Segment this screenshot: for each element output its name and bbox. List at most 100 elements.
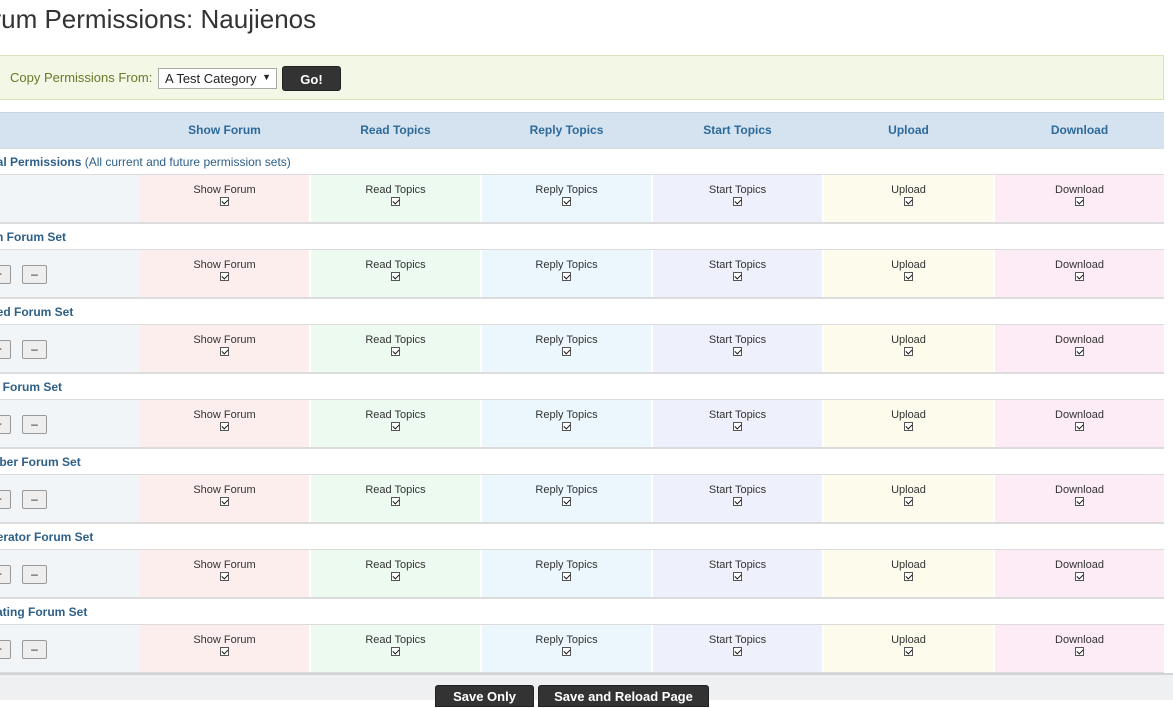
permission-cell: Read Topics: [311, 475, 480, 522]
permission-label: Download: [1055, 184, 1104, 196]
permission-cell: Reply Topics: [482, 475, 651, 522]
permission-cell: Upload: [824, 550, 993, 597]
permission-cell: Reply Topics: [482, 175, 651, 222]
remove-set-button[interactable]: –: [22, 415, 47, 434]
permission-cell: Download: [995, 625, 1164, 672]
permission-label: Start Topics: [708, 634, 767, 646]
permission-label: Upload: [891, 259, 926, 271]
permission-checkbox[interactable]: [904, 272, 913, 281]
permission-checkbox[interactable]: [733, 197, 742, 206]
permission-checkbox[interactable]: [391, 647, 400, 656]
permission-checkbox[interactable]: [562, 647, 571, 656]
add-set-button[interactable]: +: [0, 490, 11, 509]
permission-cell: Read Topics: [311, 325, 480, 372]
column-header: Upload: [888, 123, 929, 137]
permission-checkbox[interactable]: [562, 572, 571, 581]
permission-checkbox[interactable]: [391, 197, 400, 206]
copy-permissions-label: Copy Permissions From:: [10, 70, 153, 85]
permission-checkbox[interactable]: [220, 197, 229, 206]
permission-label: Reply Topics: [535, 334, 598, 346]
permission-label: Read Topics: [365, 409, 426, 421]
permission-checkbox[interactable]: [733, 497, 742, 506]
permission-checkbox[interactable]: [733, 572, 742, 581]
permission-label: Start Topics: [708, 184, 767, 196]
permission-checkbox[interactable]: [1075, 497, 1084, 506]
permission-cell: Start Topics: [653, 175, 822, 222]
permission-checkbox[interactable]: [1075, 197, 1084, 206]
permission-set-title: est Forum Set: [0, 380, 63, 394]
permission-checkbox[interactable]: [904, 497, 913, 506]
copy-source-value: A Test Category: [165, 71, 257, 86]
permission-cell: Read Topics: [311, 625, 480, 672]
add-set-button[interactable]: +: [0, 415, 11, 434]
copy-source-select[interactable]: A Test Category ▼: [158, 68, 277, 89]
permission-checkbox[interactable]: [562, 497, 571, 506]
permission-checkbox[interactable]: [220, 647, 229, 656]
permission-cell: Reply Topics: [482, 250, 651, 297]
permission-label: Download: [1055, 484, 1104, 496]
permission-checkbox[interactable]: [391, 272, 400, 281]
row-controls: [0, 175, 140, 222]
add-set-button[interactable]: +: [0, 340, 11, 359]
permission-checkbox[interactable]: [904, 347, 913, 356]
permission-checkbox[interactable]: [391, 497, 400, 506]
go-button[interactable]: Go!: [282, 66, 341, 91]
remove-set-button[interactable]: –: [22, 565, 47, 584]
permission-label: Reply Topics: [535, 559, 598, 571]
permission-checkbox[interactable]: [562, 197, 571, 206]
permission-row: +– Show Forum Read Topics Reply Topics Start…: [0, 325, 1164, 373]
row-controls: +–: [0, 550, 140, 597]
permission-set-header: est Forum Set: [0, 373, 1164, 400]
permission-cell: Show Forum: [140, 400, 309, 447]
save-only-button[interactable]: Save Only: [435, 685, 534, 707]
permission-checkbox[interactable]: [904, 572, 913, 581]
add-set-button[interactable]: +: [0, 640, 11, 659]
permission-checkbox[interactable]: [562, 422, 571, 431]
permission-cell: Upload: [824, 625, 993, 672]
permission-checkbox[interactable]: [904, 197, 913, 206]
remove-set-button[interactable]: –: [22, 640, 47, 659]
permission-checkbox[interactable]: [220, 497, 229, 506]
permission-checkbox[interactable]: [733, 272, 742, 281]
permission-cell: Upload: [824, 325, 993, 372]
permission-set-title: obal Permissions: [0, 155, 82, 169]
row-controls: +–: [0, 400, 140, 447]
permission-checkbox[interactable]: [562, 347, 571, 356]
permission-checkbox[interactable]: [1075, 572, 1084, 581]
permission-checkbox[interactable]: [733, 422, 742, 431]
permission-checkbox[interactable]: [391, 347, 400, 356]
permission-checkbox[interactable]: [733, 347, 742, 356]
permission-label: Read Topics: [365, 634, 426, 646]
permission-checkbox[interactable]: [562, 272, 571, 281]
permission-checkbox[interactable]: [733, 647, 742, 656]
permission-checkbox[interactable]: [1075, 647, 1084, 656]
add-set-button[interactable]: +: [0, 565, 11, 584]
permission-checkbox[interactable]: [1075, 347, 1084, 356]
permission-row: +– Show Forum Read Topics Reply Topics Start…: [0, 400, 1164, 448]
permission-cell: Show Forum: [140, 250, 309, 297]
remove-set-button[interactable]: –: [22, 265, 47, 284]
save-and-reload-button[interactable]: Save and Reload Page: [538, 685, 709, 707]
permission-label: Start Topics: [708, 334, 767, 346]
add-set-button[interactable]: +: [0, 265, 11, 284]
permission-label: Show Forum: [193, 484, 256, 496]
page-title: orum Permissions: Naujienos: [0, 4, 317, 34]
permission-cell: Start Topics: [653, 400, 822, 447]
permission-checkbox[interactable]: [391, 422, 400, 431]
permission-cell: Download: [995, 175, 1164, 222]
permission-cell: Start Topics: [653, 475, 822, 522]
permission-checkbox[interactable]: [904, 422, 913, 431]
remove-set-button[interactable]: –: [22, 490, 47, 509]
permission-checkbox[interactable]: [220, 422, 229, 431]
permission-checkbox[interactable]: [1075, 422, 1084, 431]
permission-checkbox[interactable]: [220, 272, 229, 281]
permission-label: Download: [1055, 409, 1104, 421]
permission-checkbox[interactable]: [1075, 272, 1084, 281]
permission-checkbox[interactable]: [220, 347, 229, 356]
permission-checkbox[interactable]: [904, 647, 913, 656]
permission-set-header: lidating Forum Set: [0, 598, 1164, 625]
remove-set-button[interactable]: –: [22, 340, 47, 359]
permission-checkbox[interactable]: [220, 572, 229, 581]
permission-checkbox[interactable]: [391, 572, 400, 581]
permission-row: +– Show Forum Read Topics Reply Topics Start…: [0, 475, 1164, 523]
